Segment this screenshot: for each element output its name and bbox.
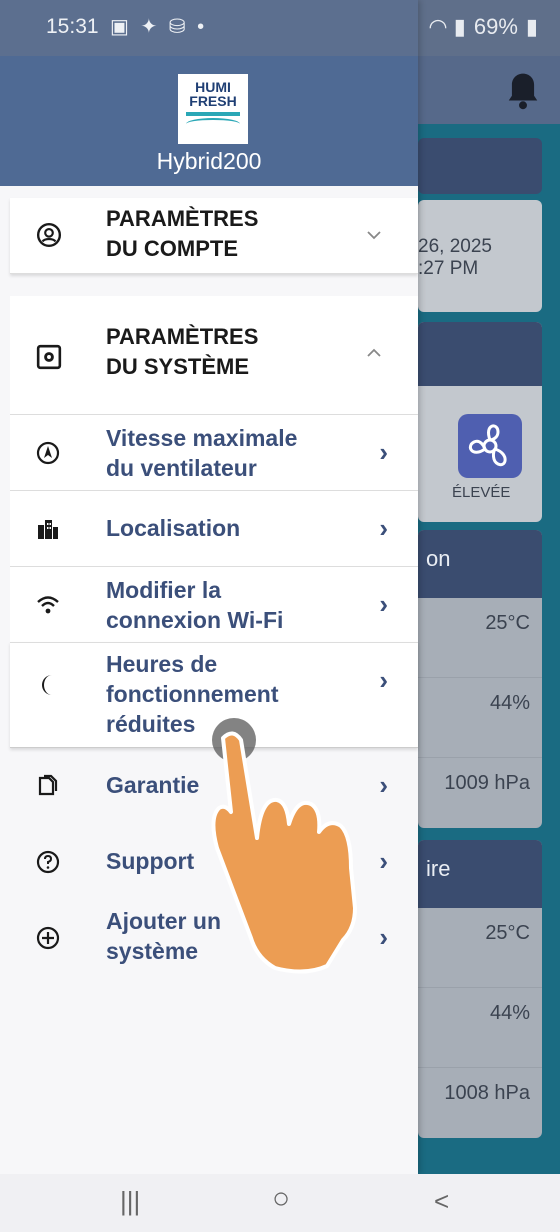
background-card-1: on 25°C 44% 1009 hPa bbox=[418, 530, 542, 828]
account-circle-icon bbox=[36, 222, 62, 248]
account-settings-section[interactable]: PARAMÈTRES DU COMPTE bbox=[10, 198, 418, 274]
background-date: 26, 2025 :27 PM bbox=[418, 236, 492, 279]
menu-item-label: Ajouter un système bbox=[106, 908, 221, 964]
status-time: 15:31 bbox=[46, 15, 99, 38]
menu-item-label: Heures de fonctionnement réduites bbox=[106, 651, 279, 737]
chevron-right-icon: › bbox=[379, 437, 388, 467]
back-button[interactable]: < bbox=[434, 1186, 449, 1217]
wifi-signal-icon: ◠ ▮ bbox=[428, 14, 466, 39]
chevron-right-icon: › bbox=[379, 665, 388, 695]
humifresh-logo: HUMI FRESH bbox=[178, 74, 248, 144]
system-navigation-bar: ||| ○ < bbox=[0, 1174, 560, 1232]
compass-icon bbox=[36, 441, 60, 465]
moon-icon bbox=[42, 675, 52, 695]
menu-item-label: Modifier la connexion Wi-Fi bbox=[106, 577, 284, 633]
recent-apps-button[interactable]: ||| bbox=[120, 1186, 140, 1217]
wifi-icon bbox=[37, 596, 59, 614]
chevron-right-icon: › bbox=[379, 922, 388, 952]
system-settings-section[interactable]: PARAMÈTRES DU SYSTÈME bbox=[10, 296, 418, 414]
chevron-right-icon: › bbox=[379, 589, 388, 619]
plus-circle-icon bbox=[36, 926, 60, 950]
chevron-down-icon bbox=[367, 231, 381, 240]
navigation-drawer: 15:31 ▣ ✦ ⛁ • HUMI FRESH Hybrid200 PARAM… bbox=[0, 0, 418, 1174]
notification-icons: ▣ ✦ ⛁ • bbox=[110, 16, 208, 38]
fan-icon bbox=[458, 414, 522, 478]
home-button[interactable]: ○ bbox=[272, 1182, 290, 1216]
menu-item-fan-speed[interactable]: Vitesse maximale du ventilateur › bbox=[10, 414, 418, 490]
hand-pointer-icon bbox=[211, 731, 357, 974]
help-icon bbox=[36, 850, 60, 874]
status-right: ◠ ▮ 69% ▮ bbox=[428, 14, 538, 40]
battery-percent: 69% bbox=[473, 14, 518, 39]
menu-item-label: Garantie bbox=[106, 772, 200, 798]
background-card-top bbox=[418, 138, 542, 194]
chevron-right-icon: › bbox=[379, 513, 388, 543]
chevron-right-icon: › bbox=[379, 770, 388, 800]
building-icon bbox=[38, 520, 58, 539]
background-card-2: ire 25°C 44% 1008 hPa bbox=[418, 840, 542, 1138]
copy-icon bbox=[38, 774, 58, 796]
settings-box-icon bbox=[36, 344, 62, 370]
fan-speed-label: ÉLEVÉE bbox=[452, 484, 511, 501]
menu-item-label: Vitesse maximale du ventilateur bbox=[106, 425, 298, 481]
battery-icon: ▮ bbox=[525, 14, 538, 39]
menu-item-label: Localisation bbox=[106, 515, 241, 541]
menu-item-location[interactable]: Localisation › bbox=[10, 490, 418, 566]
system-name: Hybrid200 bbox=[156, 148, 262, 174]
drawer-header: HUMI FRESH Hybrid200 bbox=[0, 56, 418, 186]
account-settings-title: PARAMÈTRES DU COMPTE bbox=[106, 206, 259, 261]
bell-icon[interactable] bbox=[504, 70, 542, 112]
system-settings-title: PARAMÈTRES DU SYSTÈME bbox=[106, 324, 259, 379]
chevron-right-icon: › bbox=[379, 846, 388, 876]
menu-item-label: Support bbox=[106, 848, 195, 874]
menu-item-wifi[interactable]: Modifier la connexion Wi-Fi › bbox=[10, 566, 418, 642]
chevron-up-icon bbox=[367, 348, 381, 357]
status-bar: 15:31 ▣ ✦ ⛁ • bbox=[0, 0, 418, 56]
